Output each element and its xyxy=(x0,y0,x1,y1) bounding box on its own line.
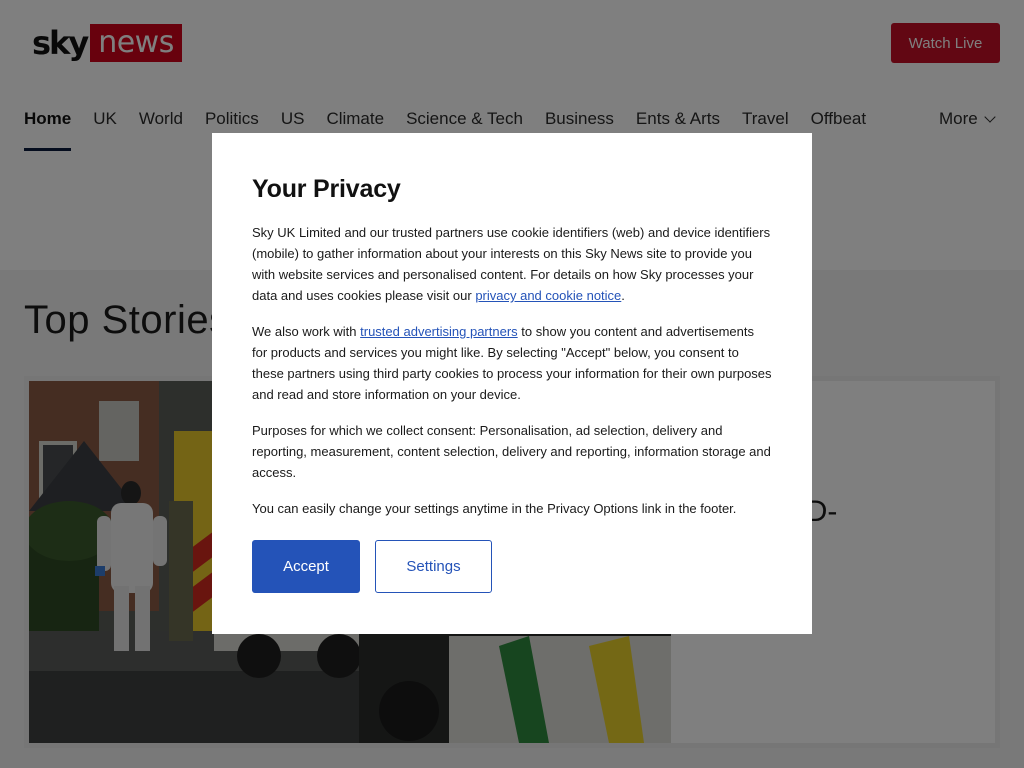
privacy-paragraph-1: Sky UK Limited and our trusted partners … xyxy=(252,222,772,306)
privacy-modal-title: Your Privacy xyxy=(252,175,401,203)
privacy-modal-actions: Accept Settings xyxy=(252,540,772,593)
privacy-text: We also work with xyxy=(252,324,361,339)
privacy-paragraph-4: You can easily change your settings anyt… xyxy=(252,501,737,516)
privacy-paragraph-2: We also work with trusted advertising pa… xyxy=(252,321,772,405)
settings-button[interactable]: Settings xyxy=(375,540,492,593)
privacy-modal: Your Privacy Sky UK Limited and our trus… xyxy=(212,133,812,634)
privacy-text: . xyxy=(621,288,625,303)
privacy-paragraph-3: Purposes for which we collect consent: P… xyxy=(252,423,771,480)
accept-button[interactable]: Accept xyxy=(252,540,360,593)
privacy-cookie-notice-link[interactable]: privacy and cookie notice xyxy=(475,288,621,303)
advertising-partners-link[interactable]: trusted advertising partners xyxy=(360,324,518,339)
